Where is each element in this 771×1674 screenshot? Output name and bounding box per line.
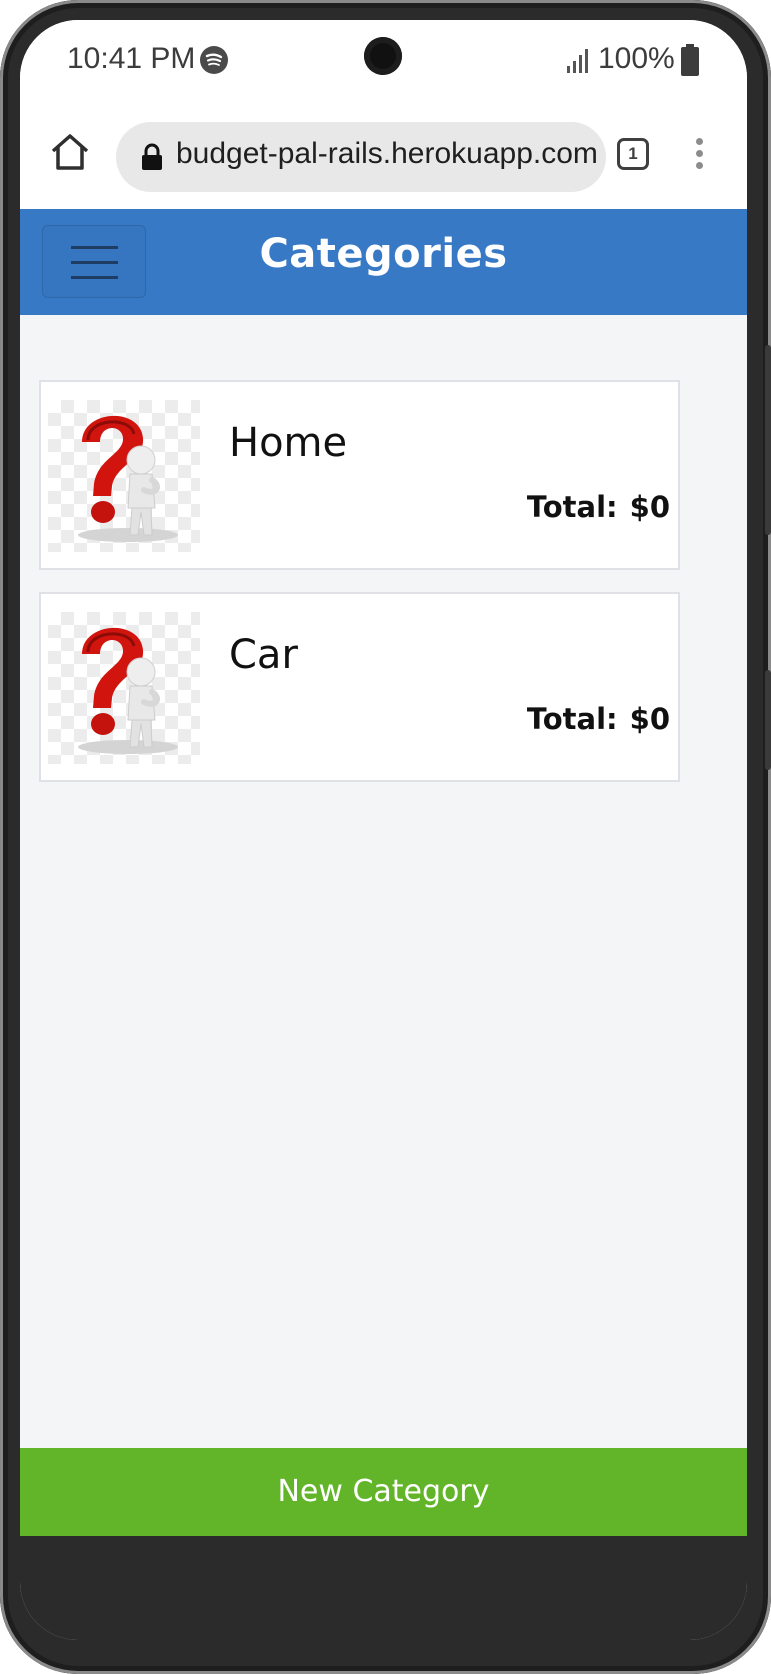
- total-value: $0: [629, 490, 670, 524]
- category-card-car[interactable]: Car Total: $0: [39, 592, 680, 782]
- category-thumbnail: [48, 612, 200, 764]
- category-name: Home: [229, 420, 348, 466]
- spotify-icon: [200, 46, 228, 74]
- volume-button: [765, 345, 771, 535]
- category-thumbnail: [48, 400, 200, 552]
- power-button: [765, 670, 771, 770]
- total-label: Total:: [526, 702, 618, 736]
- category-list: Home Total: $0 Car Total: $0: [20, 315, 747, 1465]
- battery-percentage: 100%: [598, 42, 675, 75]
- screen: 10:41 PM 100% budget-pal-rails.herokuapp…: [20, 20, 747, 1640]
- browser-toolbar: budget-pal-rails.herokuapp.com 1: [20, 102, 747, 209]
- battery-icon: [681, 44, 699, 76]
- total-value: $0: [629, 702, 670, 736]
- address-bar[interactable]: budget-pal-rails.herokuapp.com: [116, 122, 606, 192]
- signal-icon: [566, 48, 592, 74]
- category-total: Total: $0: [527, 702, 670, 736]
- status-bar: 10:41 PM 100%: [20, 20, 747, 102]
- lock-icon: [141, 143, 163, 171]
- front-camera: [364, 37, 402, 75]
- url-text: budget-pal-rails.herokuapp.com: [176, 137, 598, 170]
- total-label: Total:: [526, 490, 618, 524]
- category-total: Total: $0: [527, 490, 670, 524]
- page-title: Categories: [259, 231, 508, 277]
- home-icon[interactable]: [48, 130, 92, 174]
- status-time: 10:41 PM: [67, 42, 196, 75]
- bottom-bezel: [20, 1536, 747, 1640]
- more-options-icon[interactable]: [696, 138, 704, 174]
- app-header: Categories: [20, 209, 747, 315]
- new-category-button[interactable]: New Category: [20, 1448, 747, 1536]
- category-card-home[interactable]: Home Total: $0: [39, 380, 680, 570]
- tab-switcher-button[interactable]: 1: [617, 138, 649, 170]
- category-name: Car: [229, 632, 298, 678]
